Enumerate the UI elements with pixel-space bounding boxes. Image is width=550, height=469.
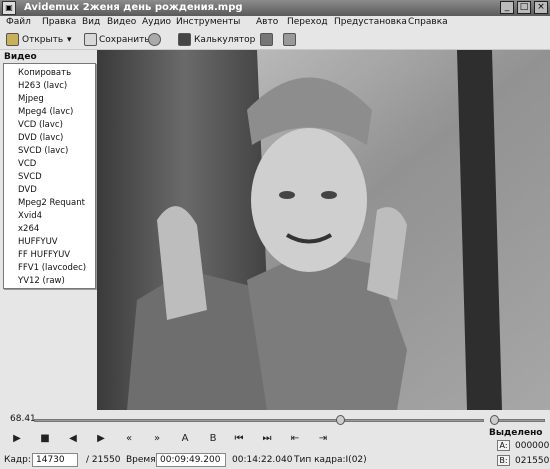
output-icon[interactable] xyxy=(283,33,296,46)
save-button[interactable]: Сохранить xyxy=(99,35,150,45)
open-dropdown-icon[interactable]: ▾ xyxy=(67,35,72,45)
window-title: Avidemux 2женя день рождения.mpg xyxy=(24,2,243,13)
seek-slider-thumb[interactable] xyxy=(336,415,345,425)
seek-slider[interactable] xyxy=(34,419,484,422)
menu-go[interactable]: Переход xyxy=(287,17,328,27)
status-bar: Кадр: 14730 / 21550 Время: 00:09:49.200 … xyxy=(0,450,488,469)
prev-frame-icon[interactable]: ◀ xyxy=(66,432,80,446)
go-start-icon[interactable]: ⇤ xyxy=(288,432,302,446)
next-frame-icon[interactable]: ▶ xyxy=(94,432,108,446)
marker-b-button[interactable]: B: xyxy=(497,455,510,466)
menu-bar: Файл Правка Вид Видео Аудио Инструменты … xyxy=(0,16,550,30)
save-icon[interactable] xyxy=(84,33,97,46)
menu-view[interactable]: Вид xyxy=(82,17,100,27)
toolbar: Открыть ▾ Сохранить Калькулятор xyxy=(0,30,550,50)
codec-item[interactable]: SVCD (lavc) xyxy=(4,144,95,158)
codec-item[interactable]: Mpeg4 (lavc) xyxy=(4,105,95,119)
minimize-icon[interactable]: _ xyxy=(500,1,514,14)
prev-keyframe-icon[interactable]: ⏮ xyxy=(232,432,246,446)
play-icon[interactable]: ▶ xyxy=(10,432,24,446)
menu-presets[interactable]: Предустановка xyxy=(334,17,407,27)
codec-item[interactable]: VCD (lavc) xyxy=(4,118,95,132)
rewind-icon[interactable]: « xyxy=(122,432,136,446)
frame-total: / 21550 xyxy=(86,455,121,465)
menu-audio[interactable]: Аудио xyxy=(142,17,171,27)
marker-b-value: 021550 xyxy=(515,456,550,466)
codec-item[interactable]: Копировать xyxy=(4,66,95,80)
codec-item[interactable]: DVD (lavc) xyxy=(4,131,95,145)
set-marker-a-icon[interactable]: A xyxy=(176,432,194,446)
menu-video[interactable]: Видео xyxy=(107,17,136,27)
duration-value: 00:14:22.040 xyxy=(232,455,293,465)
codec-item[interactable]: HUFFYUV xyxy=(4,235,95,249)
seek-value: 68.41 xyxy=(10,414,36,424)
set-marker-b-icon[interactable]: B xyxy=(204,432,222,446)
folder-open-icon[interactable] xyxy=(6,33,19,46)
marker-a-button[interactable]: A: xyxy=(497,440,510,451)
fast-forward-icon[interactable]: » xyxy=(150,432,164,446)
volume-slider-thumb[interactable] xyxy=(490,415,499,425)
calculator-icon[interactable] xyxy=(178,33,191,46)
frame-label: Кадр: xyxy=(4,455,31,465)
video-frame xyxy=(97,50,550,410)
menu-edit[interactable]: Правка xyxy=(42,17,76,27)
menu-tools[interactable]: Инструменты xyxy=(176,17,240,27)
video-codec-list[interactable]: Копировать H263 (lavc) Mjpeg Mpeg4 (lavc… xyxy=(3,63,96,289)
menu-file[interactable]: Файл xyxy=(6,17,31,27)
codec-item[interactable]: VCD xyxy=(4,157,95,171)
codec-item[interactable]: Mjpeg xyxy=(4,92,95,106)
close-icon[interactable]: × xyxy=(534,1,548,14)
frame-type: Тип кадра:I(02) xyxy=(294,455,367,465)
time-label: Время: xyxy=(126,455,159,465)
go-end-icon[interactable]: ⇥ xyxy=(316,432,330,446)
codec-item[interactable]: Mpeg2 Requant xyxy=(4,196,95,210)
codec-item[interactable]: x264 xyxy=(4,222,95,236)
calculator-button[interactable]: Калькулятор xyxy=(194,35,255,45)
codec-item[interactable]: H263 (lavc) xyxy=(4,79,95,93)
codec-item[interactable]: YV12 (raw) xyxy=(4,274,95,288)
next-keyframe-icon[interactable]: ⏭ xyxy=(260,432,274,446)
codec-item[interactable]: FFV1 (lavcodec) xyxy=(4,261,95,275)
menu-help[interactable]: Справка xyxy=(408,17,448,27)
menu-auto[interactable]: Авто xyxy=(256,17,278,27)
avidemux-icon[interactable]: ▣ xyxy=(2,1,16,15)
video-preview[interactable] xyxy=(97,50,550,410)
codec-item[interactable]: Xvid4 xyxy=(4,209,95,223)
marker-a-value: 000000 xyxy=(515,441,550,451)
preview-icon[interactable] xyxy=(260,33,273,46)
stop-icon[interactable]: ■ xyxy=(38,432,52,446)
codec-item[interactable]: FF HUFFYUV xyxy=(4,248,95,262)
open-button[interactable]: Открыть xyxy=(22,35,63,45)
frame-input[interactable]: 14730 xyxy=(32,453,78,467)
title-bar: ▣ Avidemux 2женя день рождения.mpg _ □ × xyxy=(0,0,550,16)
video-section-label: Видео xyxy=(4,52,37,62)
properties-icon[interactable] xyxy=(148,33,161,46)
maximize-icon[interactable]: □ xyxy=(517,1,531,14)
codec-item[interactable]: DVD xyxy=(4,183,95,197)
selection-title: Выделено xyxy=(489,428,543,438)
codec-item[interactable]: SVCD xyxy=(4,170,95,184)
time-input[interactable]: 00:09:49.200 xyxy=(156,453,226,467)
